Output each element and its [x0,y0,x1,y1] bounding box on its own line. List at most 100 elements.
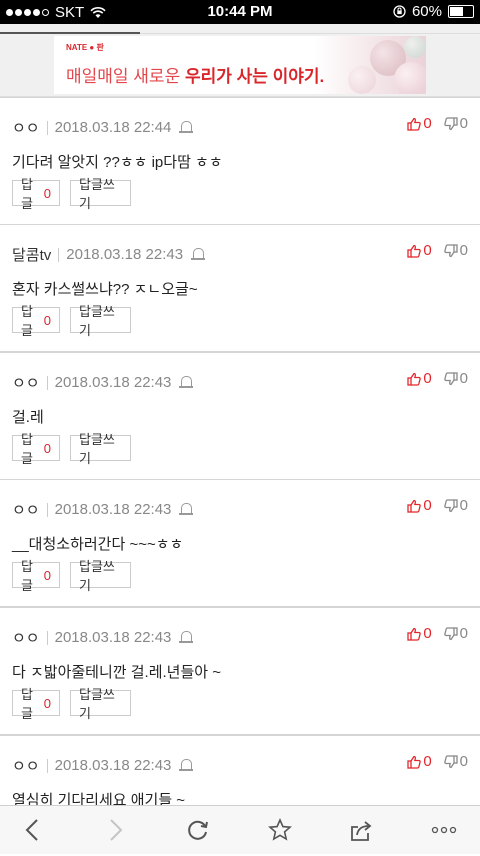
back-button[interactable] [12,806,52,854]
like-count: 0 [423,115,432,132]
comment-item: ㅇㅇ 2018.03.18 22:43 0 0 __대청소하러간다 ~~~ㅎㅎ 답글 0 답글… [0,479,480,607]
report-siren-icon[interactable] [179,121,194,134]
report-siren-icon[interactable] [179,631,194,644]
comment-author[interactable]: ㅇㅇ [12,372,40,393]
report-siren-icon[interactable] [179,503,194,516]
thumbs-down-icon [443,626,458,640]
divider [46,630,48,645]
reply-count-button[interactable]: 답글 0 [12,559,60,593]
divider [58,247,60,262]
back-icon [25,819,38,841]
forward-icon [110,819,123,841]
dislike-button[interactable]: 0 [443,370,468,387]
like-count: 0 [423,370,432,387]
thumbs-up-icon [407,755,422,769]
reply-label: 답글 [21,687,33,721]
comment-date: 2018.03.18 22:43 [54,757,172,774]
divider [46,758,48,773]
dislike-count: 0 [459,497,468,514]
more-button[interactable] [424,806,464,854]
thumbs-up-icon [407,499,422,513]
comment-author[interactable]: ㅇㅇ [12,117,40,138]
write-reply-button[interactable]: 답글쓰기 [70,687,131,721]
banner-slogan: 매일매일 새로운 우리가 사는 이야기. [66,62,324,87]
battery-percent: 60% [411,3,442,20]
report-siren-icon[interactable] [179,759,194,772]
share-button[interactable] [342,806,382,854]
comment-header: ㅇㅇ 2018.03.18 22:43 [12,372,194,393]
like-count: 0 [423,242,432,259]
reply-count-button[interactable]: 답글 0 [12,432,60,466]
vote-group: 00 [407,370,468,387]
dislike-count: 0 [459,242,468,259]
dislike-button[interactable]: 0 [443,497,468,514]
bookmark-button[interactable] [260,806,300,854]
thumbs-up-icon [407,244,422,258]
like-count: 0 [423,625,432,642]
comment-header: ㅇㅇ 2018.03.18 22:43 [12,499,194,520]
report-siren-icon[interactable] [191,248,206,261]
thumbs-up-icon [407,372,422,386]
write-reply-button[interactable]: 답글쓰기 [70,559,131,593]
nate-logo: NATE ● 판 [66,43,104,52]
comment-item: ㅇㅇ 2018.03.18 22:43 0 0 걸.레 답글 0 답글쓰기 [0,352,480,480]
thumbs-up-icon [407,117,422,131]
like-button[interactable]: 0 [407,625,432,642]
share-icon [351,821,372,841]
ad-area: NATE ● 판 매일매일 새로운 우리가 사는 이야기. [0,24,480,97]
like-button[interactable]: 0 [407,242,432,259]
reply-count-button[interactable]: 답글 0 [12,304,60,338]
balloon-decoration [404,36,426,58]
like-button[interactable]: 0 [407,115,432,132]
thumbs-down-icon [443,243,458,257]
comment-body: 혼자 카스썰쓰냐?? ㅈㄴ오글~ [12,281,198,298]
thumbs-down-icon [443,116,458,130]
dislike-button[interactable]: 0 [443,625,468,642]
comment-header: ㅇㅇ 2018.03.18 22:44 [12,117,194,138]
write-reply-button[interactable]: 답글쓰기 [70,304,131,338]
nate-pann-banner[interactable]: NATE ● 판 매일매일 새로운 우리가 사는 이야기. [54,36,426,94]
dislike-count: 0 [459,115,468,132]
banner-slogan-bold: 우리가 사는 이야기. [184,67,325,86]
reply-count: 0 [43,440,51,456]
comment-actions: 답글 0 답글쓰기 [12,687,131,721]
forward-button[interactable] [96,806,136,854]
like-count: 0 [423,497,432,514]
write-reply-button[interactable]: 답글쓰기 [70,432,131,466]
comment-date: 2018.03.18 22:43 [54,374,172,391]
dislike-button[interactable]: 0 [443,242,468,259]
comment-item: ㅇㅇ 2018.03.18 22:43 0 0 다 ㅈ밟아줄테니깐 걸.레.년들아 ~ 답… [0,607,480,735]
like-button[interactable]: 0 [407,370,432,387]
banner-slogan-normal: 매일매일 새로운 [66,67,185,86]
reply-count-button[interactable]: 답글 0 [12,687,60,721]
dislike-button[interactable]: 0 [443,115,468,132]
comment-date: 2018.03.18 22:43 [66,246,184,263]
reply-label: 답글 [21,432,33,466]
vote-group: 00 [407,497,468,514]
divider [46,120,48,135]
comment-header: 달콤tv 2018.03.18 22:43 [12,244,206,265]
comment-author[interactable]: ㅇㅇ [12,755,40,776]
vote-group: 00 [407,242,468,259]
like-button[interactable]: 0 [407,497,432,514]
comment-item: 달콤tv 2018.03.18 22:43 0 0 혼자 카스썰쓰냐?? ㅈㄴ오글~ 답글… [0,224,480,352]
comment-author[interactable]: 달콤tv [12,244,51,265]
divider [46,502,48,517]
comment-date: 2018.03.18 22:43 [54,501,172,518]
comment-body: 다 ㅈ밟아줄테니깐 걸.레.년들아 ~ [12,664,221,681]
comment-author[interactable]: ㅇㅇ [12,627,40,648]
reload-button[interactable] [178,806,218,854]
comment-author[interactable]: ㅇㅇ [12,499,40,520]
thumbs-down-icon [443,371,458,385]
like-count: 0 [423,753,432,770]
like-button[interactable]: 0 [407,753,432,770]
report-siren-icon[interactable] [179,376,194,389]
dislike-button[interactable]: 0 [443,753,468,770]
reply-count: 0 [43,695,51,711]
more-icon [431,826,457,834]
reply-count-button[interactable]: 답글 0 [12,177,60,211]
comment-body: __대청소하러간다 ~~~ㅎㅎ [12,536,184,553]
write-reply-button[interactable]: 답글쓰기 [70,177,131,211]
bookmark-star-icon [268,818,292,841]
comment-actions: 답글 0 답글쓰기 [12,304,131,338]
